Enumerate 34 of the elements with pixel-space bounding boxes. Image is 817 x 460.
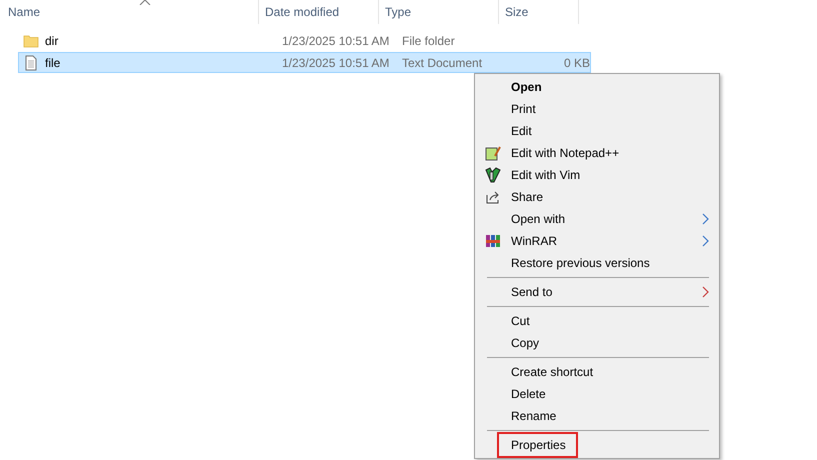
menu-item[interactable]: Edit with Notepad++ xyxy=(509,144,622,162)
menu-item[interactable]: Delete xyxy=(509,385,548,403)
menu-item[interactable]: Rename xyxy=(509,407,558,425)
folder-icon xyxy=(23,32,39,48)
document-icon xyxy=(23,54,39,70)
file-row[interactable]: file 1/23/2025 10:51 AM Text Document 0 KB xyxy=(18,52,591,73)
share-icon xyxy=(485,189,501,205)
type-cell-text: File folder xyxy=(401,32,456,50)
size-cell-text: 0 KB xyxy=(562,54,590,72)
books-icon xyxy=(485,233,501,249)
menu-item[interactable]: Copy xyxy=(509,334,542,352)
column-header[interactable]: Name xyxy=(8,3,40,21)
menu-item[interactable]: Share xyxy=(509,188,546,206)
menu-item[interactable]: WinRAR xyxy=(509,232,560,250)
menu-item[interactable]: Open xyxy=(509,78,544,96)
type-cell-text: Text Document xyxy=(401,54,484,72)
file-row[interactable]: dir 1/23/2025 10:51 AM File folder xyxy=(18,30,591,51)
column-header[interactable]: Date modified xyxy=(265,3,340,21)
menu-item[interactable]: Properties xyxy=(499,434,576,456)
column-header[interactable]: Size xyxy=(505,3,528,21)
file-name: dir xyxy=(45,32,58,50)
menu-item[interactable]: Edit with Vim xyxy=(509,166,582,184)
date-cell-text: 1/23/2025 10:51 AM xyxy=(281,54,390,72)
column-header[interactable]: Type xyxy=(385,3,412,21)
file-name: file xyxy=(45,54,60,72)
date-cell-text: 1/23/2025 10:51 AM xyxy=(281,32,390,50)
menu-item[interactable]: Cut xyxy=(509,312,532,330)
menu-item[interactable]: Restore previous versions xyxy=(509,254,652,272)
menu-item[interactable]: Send to xyxy=(509,283,554,301)
menu-item[interactable]: Print xyxy=(509,100,538,118)
menu-item[interactable]: Create shortcut xyxy=(509,363,596,381)
menu-item[interactable]: Edit xyxy=(509,122,534,140)
menu-item[interactable]: Open with xyxy=(509,210,568,228)
notepad-icon xyxy=(485,145,501,161)
